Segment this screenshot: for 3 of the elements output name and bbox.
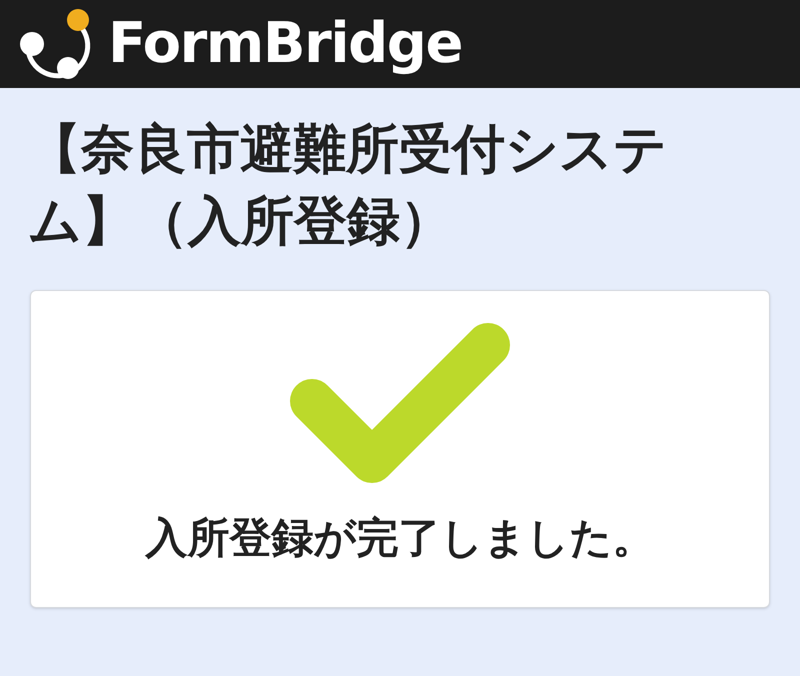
logo-text: FormBridge — [108, 16, 462, 72]
page-title: 【奈良市避難所受付システム】（入所登録） — [28, 118, 668, 254]
completion-message: 入所登録が完了しました。 — [146, 517, 654, 559]
